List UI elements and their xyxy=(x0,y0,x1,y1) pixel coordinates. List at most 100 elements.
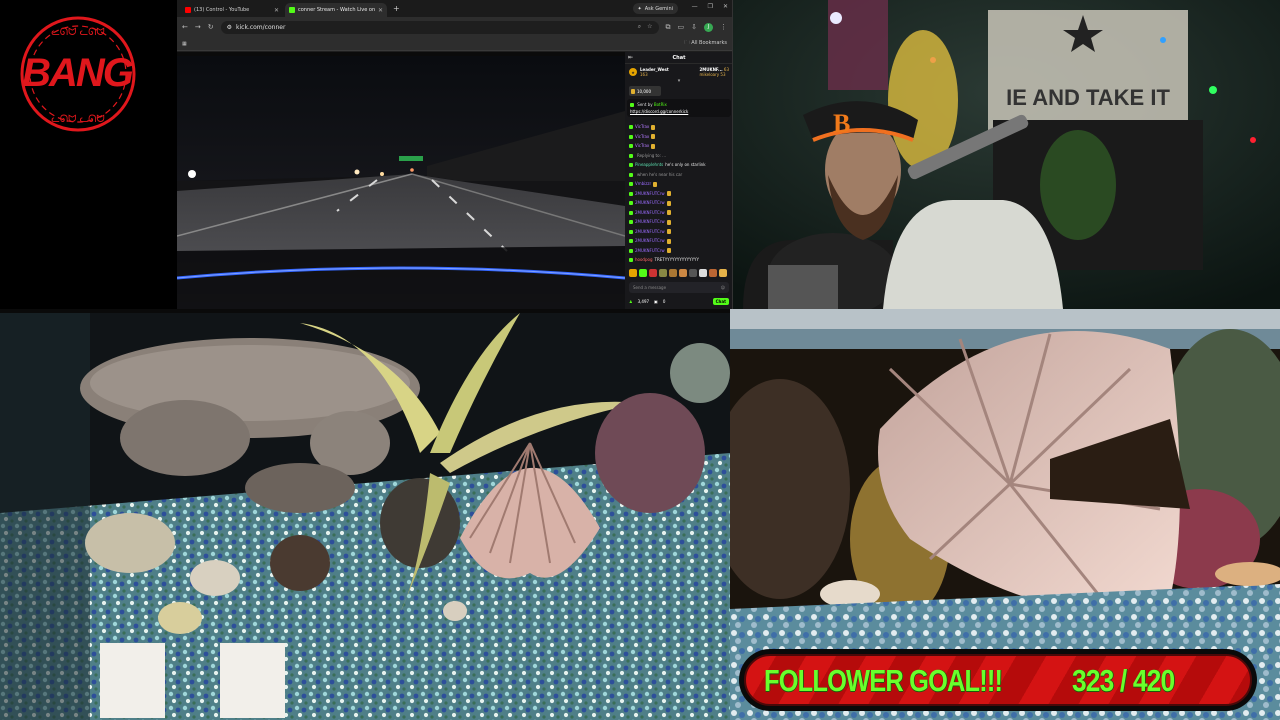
goal-chip[interactable]: 10,000 xyxy=(629,86,661,96)
forward-icon[interactable]: → xyxy=(195,23,201,31)
emote-icon xyxy=(666,210,671,215)
points-value: 0 xyxy=(662,298,666,304)
chat-username[interactable]: 2MUKNFUTCrw xyxy=(635,238,665,243)
tab-youtube[interactable]: (13) Control - YouTube ✕ xyxy=(181,3,283,17)
emote-icon[interactable] xyxy=(659,268,667,277)
chat-username[interactable]: 2MUKNFUTCrw xyxy=(635,248,665,253)
svg-text:B: B xyxy=(833,109,850,138)
ask-gemini-button[interactable]: ✦ Ask Gemini xyxy=(632,3,678,14)
pinned-link[interactable]: https://discord.gg/connerkick xyxy=(630,109,728,114)
emote-icon[interactable] xyxy=(699,268,707,277)
site-info-icon[interactable]: ⚙ xyxy=(227,24,232,31)
chat-message[interactable]: 2MUKNFUTCrw xyxy=(629,236,729,246)
emote-icon[interactable] xyxy=(709,268,717,277)
chat-username[interactable]: 2MUKNFUTCrw xyxy=(635,200,665,205)
emote-icon[interactable] xyxy=(719,268,727,277)
all-bookmarks[interactable]: 🗀 All Bookmarks xyxy=(685,40,727,48)
user-badge-icon xyxy=(629,134,633,139)
chat-username[interactable]: VicTrax xyxy=(635,134,649,139)
chat-message[interactable]: hoodpog TRETYYYYYYYYYYYYYY xyxy=(629,255,729,265)
chat-username[interactable]: 2MUKNFUTCrw xyxy=(635,191,665,196)
kick-icon xyxy=(289,7,295,13)
menu-icon[interactable]: ⋮ xyxy=(720,23,727,31)
chat-username[interactable]: Vmbizzr xyxy=(635,181,651,186)
profile-avatar[interactable]: J xyxy=(704,22,713,32)
expand-icon[interactable]: ▾ xyxy=(625,78,732,84)
chat-panel: ⇤ Chat ★ Leader_West 163 2MUKNF... 63 mi… xyxy=(625,52,732,313)
chat-message[interactable]: 2MUKNFUTCrw xyxy=(629,198,729,208)
chat-message[interactable]: 2MUKNFUTCrw xyxy=(629,208,729,218)
minimize-icon[interactable]: — xyxy=(692,3,698,10)
bookmarks-bar: ▦ 🗀 All Bookmarks xyxy=(177,37,732,51)
chat-username[interactable]: 2MUKNFUTCrw xyxy=(635,219,665,224)
leader-details: Leader_West 163 xyxy=(640,67,669,77)
chat-text: he's only on starlink xyxy=(665,162,706,167)
leader-item[interactable]: 2MUKNF... 63 mikeloary 53 xyxy=(699,67,729,77)
gift-icon xyxy=(631,88,635,94)
chat-message[interactable]: Pineapplehnts he's only on starlink xyxy=(629,160,729,170)
chat-message[interactable]: VicTrax xyxy=(629,132,729,142)
emote-icon xyxy=(651,124,656,130)
emote-icon xyxy=(666,191,671,196)
chat-username[interactable]: hoodpog xyxy=(635,257,653,262)
download-icon[interactable]: ⇩ xyxy=(691,23,697,31)
address-bar: ← → ↻ ⚙ kick.com/conner ⌕ ☆ ⧉ ▭ ⇩ J ⋮ xyxy=(177,17,732,37)
stream-video[interactable] xyxy=(177,56,625,313)
user-badge-icon xyxy=(629,210,633,215)
user-badge-icon xyxy=(629,153,633,158)
chat-message[interactable]: when he's near his car xyxy=(629,170,729,180)
emoji-icon[interactable]: ☺ xyxy=(721,285,725,290)
back-icon[interactable]: ← xyxy=(182,23,188,31)
url-field[interactable]: ⚙ kick.com/conner ⌕ ☆ xyxy=(220,20,659,34)
tab-label: conner Stream - Watch Live on xyxy=(298,7,376,13)
chat-message[interactable]: VicTrax xyxy=(629,122,729,132)
star-icon[interactable]: ☆ xyxy=(647,23,652,31)
chat-message[interactable]: 2MUKNFUTCrw xyxy=(629,217,729,227)
gemini-label: Ask Gemini xyxy=(644,5,673,12)
chat-message[interactable]: 2MUKNFUTCrw xyxy=(629,189,729,199)
chat-username[interactable]: VicTrax xyxy=(635,143,649,148)
emote-icon[interactable] xyxy=(639,268,647,277)
gift-icon: ★ xyxy=(629,68,637,76)
emote-icon[interactable] xyxy=(679,268,687,277)
chat-message[interactable]: Replying to: ... xyxy=(629,151,729,161)
tab-strip: (13) Control - YouTube ✕ conner Stream -… xyxy=(177,0,732,17)
emote-icon[interactable] xyxy=(649,268,657,277)
emote-icon[interactable] xyxy=(669,268,677,277)
collapse-chat-icon[interactable]: ⇤ xyxy=(628,54,633,61)
chat-message[interactable]: 2MUKNFUTCrw xyxy=(629,246,729,256)
sidepanel-icon[interactable]: ▭ xyxy=(678,23,685,31)
emote-icon[interactable] xyxy=(629,268,637,277)
chat-username[interactable]: Pineapplehnts xyxy=(635,162,663,167)
goal-progress-track: FOLLOWER GOAL!!! 323 / 420 xyxy=(744,654,1252,706)
pinned-user: BotRix xyxy=(653,102,667,107)
user-badge-icon xyxy=(629,163,633,167)
extensions-icon[interactable]: ⧉ xyxy=(666,23,671,32)
user-badge-icon xyxy=(629,191,633,196)
emote-icon[interactable] xyxy=(689,268,697,277)
chat-message[interactable]: 2MUKNFUTCrw xyxy=(629,227,729,237)
chat-username[interactable]: VicTrax xyxy=(635,124,649,129)
goal-chip-value: 10,000 xyxy=(637,88,651,94)
chat-username[interactable]: 2MUKNFUTCrw xyxy=(635,210,665,215)
chat-username[interactable]: 2MUKNFUTCrw xyxy=(635,229,665,234)
tab-kick[interactable]: conner Stream - Watch Live on ✕ xyxy=(285,3,387,17)
close-icon[interactable]: ✕ xyxy=(274,7,279,14)
chat-send-button[interactable]: Chat xyxy=(712,297,729,305)
emote-icon xyxy=(666,219,671,225)
chat-message[interactable]: Vmbizzr xyxy=(629,179,729,189)
maximize-icon[interactable]: ❐ xyxy=(708,3,713,10)
search-icon[interactable]: ⌕ xyxy=(638,23,641,31)
reload-icon[interactable]: ↻ xyxy=(208,23,214,31)
logo-text: BANG xyxy=(22,51,133,95)
apps-icon[interactable]: ▦ xyxy=(182,41,187,47)
chat-text: TRETYYYYYYYYYYYYYY xyxy=(654,257,699,262)
chat-message[interactable]: VicTrax xyxy=(629,141,729,151)
chat-input[interactable]: Send a message ☺ xyxy=(629,281,729,293)
leader-item[interactable]: ★ Leader_West 163 xyxy=(629,67,669,77)
aquarium-scene-left xyxy=(0,313,730,720)
webcam-feed: IE AND TAKE IT B xyxy=(733,0,1280,309)
close-icon[interactable]: ✕ xyxy=(378,7,383,14)
close-window-icon[interactable]: ✕ xyxy=(723,3,728,10)
new-tab-button[interactable]: + xyxy=(393,4,400,13)
